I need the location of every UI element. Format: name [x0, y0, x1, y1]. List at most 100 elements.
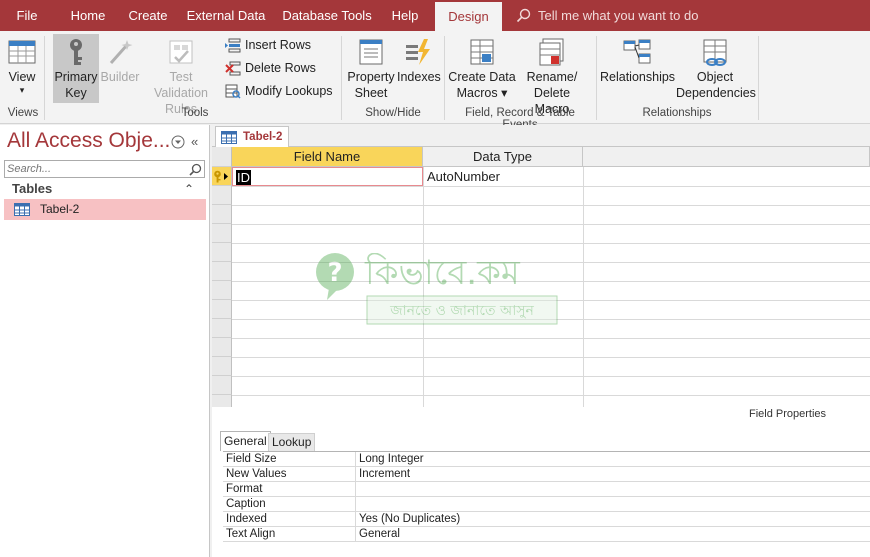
row-selector[interactable] [212, 300, 232, 319]
document-tabs-bar: Tabel-2 [212, 125, 870, 148]
column-header-field-name[interactable]: Field Name [232, 147, 423, 167]
kivabe-watermark-logo: ? কিভাবে.কম জানতে ও জানাতে আসুন [316, 253, 558, 325]
watermark-tagline: জানতে ও জানাতে আসুন [389, 303, 534, 319]
property-name: Format [226, 483, 263, 495]
object-dependencies-button[interactable]: Object Dependencies [676, 37, 756, 103]
property-value[interactable]: Yes (No Duplicates) [359, 512, 460, 527]
delete-rows-button[interactable]: Delete Rows [225, 58, 335, 78]
nav-search-input[interactable] [5, 161, 183, 177]
delete-rows-label: Delete Rows [245, 61, 316, 75]
property-row-caption[interactable]: Caption [223, 497, 870, 512]
row-selector[interactable] [212, 205, 232, 224]
row-selector[interactable] [212, 376, 232, 395]
table-design-grid: Field Name Data Type ID AutoNumber ? কিভ… [212, 147, 870, 407]
field-properties-table: Field Size Long Integer New Values Increme… [223, 451, 870, 542]
create-data-macros-label-1: Create Data [448, 70, 516, 84]
primary-key-row-icon [214, 170, 228, 183]
row-selector[interactable] [212, 224, 232, 243]
row-selector-current[interactable] [212, 167, 232, 186]
view-icon [8, 40, 36, 64]
property-row-field-size[interactable]: Field Size Long Integer [223, 452, 870, 467]
relationships-button[interactable]: Relationships [600, 37, 676, 103]
property-value[interactable]: Increment [359, 467, 410, 482]
nav-group-tables[interactable]: Tables [12, 181, 52, 196]
column-header-description [583, 147, 870, 167]
lightbulb-search-icon [516, 8, 531, 23]
row-selector[interactable] [212, 243, 232, 262]
row-selector[interactable] [212, 338, 232, 357]
primary-key-label-2: Key [65, 86, 87, 100]
primary-key-button[interactable]: Primary Key [53, 34, 99, 103]
field-name-value: ID [236, 170, 251, 185]
ribbon: View ▾ Primary Key Builder Test Validati… [0, 31, 870, 131]
test-validation-rules-button[interactable]: Test Validation Rules [141, 37, 221, 116]
property-name: Indexed [226, 513, 267, 525]
field-properties-title: Field Properties [749, 408, 827, 420]
property-value[interactable]: Long Integer [359, 452, 424, 467]
key-icon [70, 39, 82, 65]
property-sheet-button[interactable]: Property Sheet [345, 37, 397, 103]
property-row-text-align[interactable]: Text Align General [223, 527, 870, 542]
data-type-cell[interactable]: AutoNumber [427, 167, 577, 186]
row-selector[interactable] [212, 357, 232, 376]
insert-rows-button[interactable]: Insert Rows [225, 35, 335, 55]
property-row-format[interactable]: Format [223, 482, 870, 497]
indexes-label: Indexes [397, 70, 441, 84]
create-data-macros-button[interactable]: Create Data Macros ▾ [448, 37, 516, 103]
property-sheet-label-1: Property [347, 70, 395, 84]
nav-pane-title[interactable]: All Access Obje... [7, 129, 170, 153]
nav-dropdown-icon[interactable] [171, 135, 185, 149]
object-dependencies-icon [703, 39, 727, 66]
document-area: Tabel-2 Field Name Data Type ID AutoNumb… [212, 125, 870, 557]
tab-home[interactable]: Home [64, 0, 112, 31]
tab-help[interactable]: Help [385, 0, 425, 31]
document-tab-tabel-2[interactable]: Tabel-2 [215, 126, 289, 148]
modify-lookups-button[interactable]: Modify Lookups [225, 81, 337, 101]
builder-button[interactable]: Builder [100, 37, 140, 103]
group-label-relationships: Relationships [642, 107, 712, 119]
nav-item-tabel-2[interactable]: Tabel-2 [4, 199, 206, 220]
nav-search-box[interactable] [4, 160, 205, 178]
property-name: Caption [226, 498, 266, 510]
tell-me-box[interactable]: Tell me what you want to do [516, 0, 698, 31]
nav-collapse-icon[interactable]: « [191, 134, 198, 149]
nav-group-collapse-icon[interactable]: ⌃ [184, 182, 194, 196]
property-row-new-values[interactable]: New Values Increment [223, 467, 870, 482]
row-selector[interactable] [212, 186, 232, 205]
property-sheet-label-2: Sheet [354, 86, 388, 100]
group-label-tools: Tools [181, 107, 209, 119]
relationships-label: Relationships [600, 70, 676, 84]
nav-item-label: Tabel-2 [40, 202, 80, 216]
tab-external-data[interactable]: External Data [185, 0, 267, 31]
tab-create[interactable]: Create [124, 0, 172, 31]
tab-file[interactable]: File [8, 0, 46, 31]
row-selector[interactable] [212, 262, 232, 281]
view-button[interactable]: View ▾ [3, 37, 41, 103]
indexes-button[interactable]: Indexes [397, 37, 441, 103]
modify-lookups-icon [225, 84, 241, 99]
row-selector[interactable] [212, 319, 232, 338]
rename-delete-macro-label-1: Rename/ [526, 70, 578, 84]
grid-corner[interactable] [212, 147, 232, 167]
property-value[interactable]: General [359, 527, 400, 542]
search-icon[interactable] [189, 163, 202, 176]
row-selector[interactable] [212, 395, 232, 407]
object-dependencies-label-1: Object [696, 70, 734, 84]
tab-design[interactable]: Design [435, 2, 502, 31]
tab-lookup[interactable]: Lookup [268, 433, 316, 451]
test-validation-label-1: Test Validation [154, 70, 208, 100]
field-name-cell[interactable]: ID [232, 167, 423, 186]
property-row-indexed[interactable]: Indexed Yes (No Duplicates) [223, 512, 870, 527]
tab-general[interactable]: General [220, 431, 271, 451]
rename-delete-macro-button[interactable]: Rename/ Delete Macro [516, 37, 588, 116]
tab-database-tools[interactable]: Database Tools [281, 0, 373, 31]
table-icon [14, 203, 30, 216]
rename-macro-icon [539, 38, 564, 66]
tell-me-text: Tell me what you want to do [538, 8, 699, 23]
row-selector[interactable] [212, 281, 232, 300]
view-dropdown-arrow: ▾ [19, 85, 25, 95]
column-header-data-type[interactable]: Data Type [423, 147, 583, 167]
property-name: New Values [226, 468, 287, 480]
primary-key-label-1: Primary [54, 70, 98, 84]
builder-label: Builder [100, 70, 140, 84]
